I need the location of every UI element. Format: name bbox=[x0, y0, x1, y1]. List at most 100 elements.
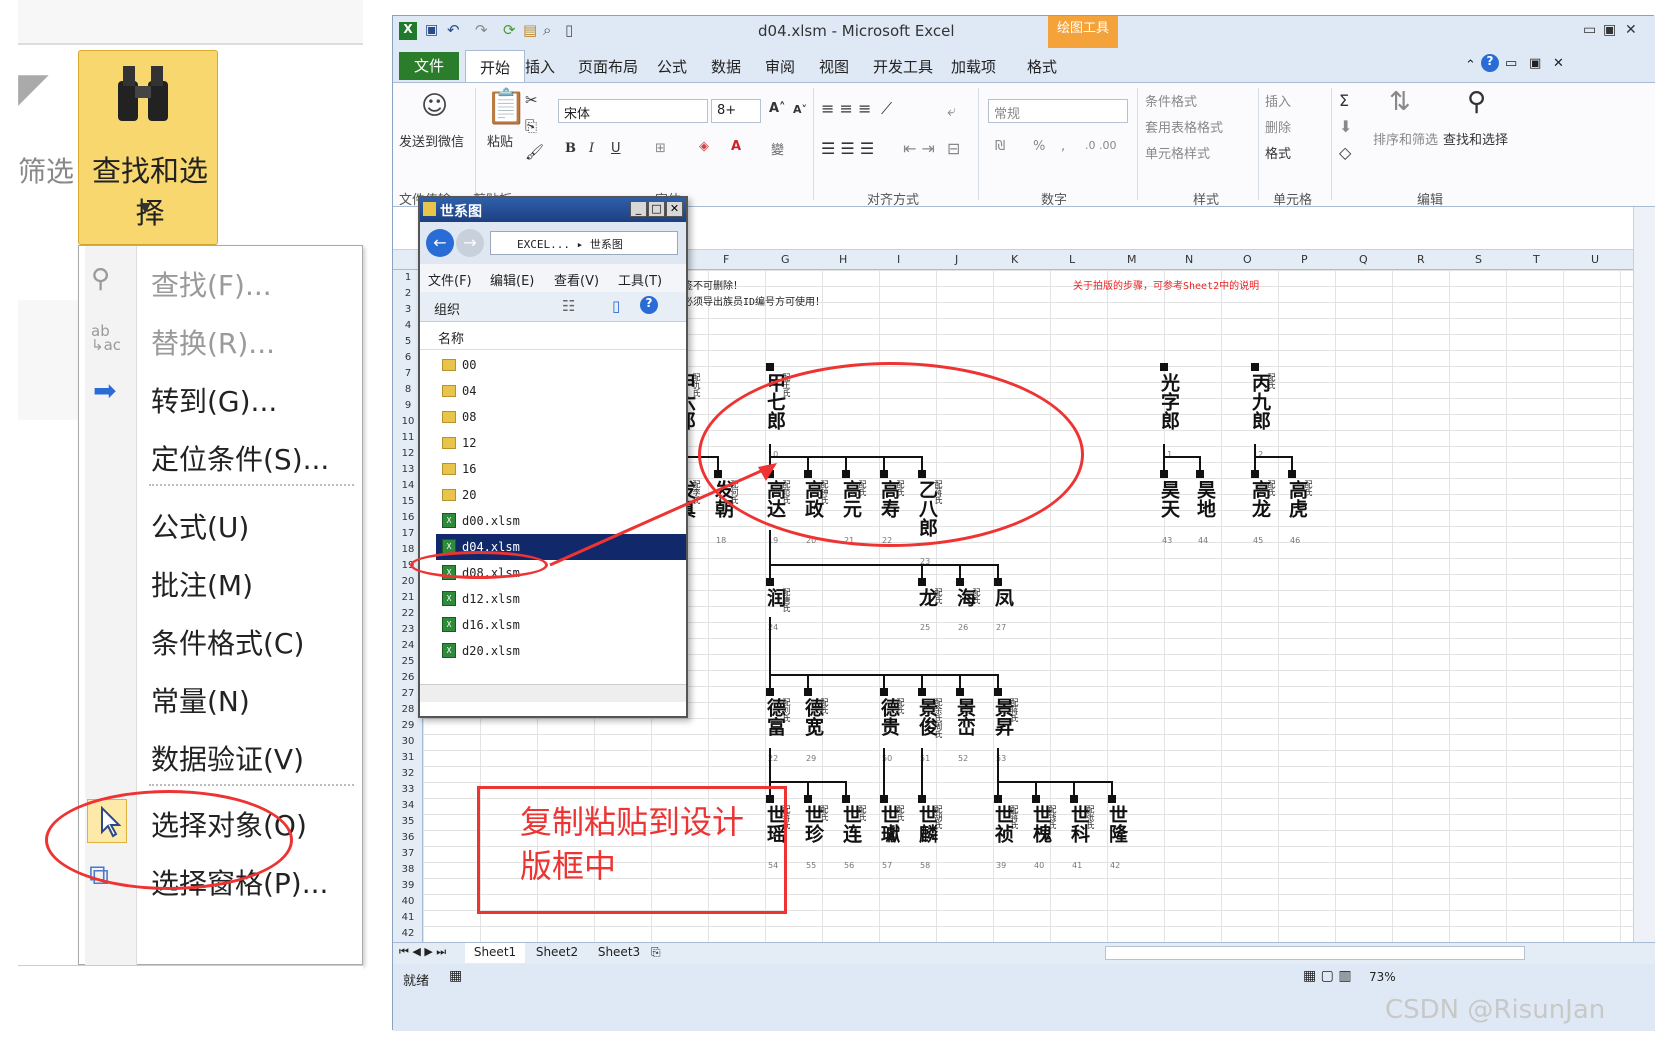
excel-file-icon: X bbox=[442, 617, 456, 632]
tree-node-spouse: 配仇氏 bbox=[692, 373, 701, 397]
tree-node-marker[interactable] bbox=[1160, 363, 1168, 371]
tree-node-marker[interactable] bbox=[880, 795, 888, 803]
tree-node-marker[interactable] bbox=[994, 688, 1002, 696]
tree-node-marker[interactable] bbox=[1070, 795, 1078, 803]
organize-button[interactable]: 组织 bbox=[434, 299, 460, 318]
tree-node-number: 41 bbox=[1072, 861, 1083, 870]
menu-edit[interactable]: 编辑(E) bbox=[490, 270, 534, 289]
minimize-icon[interactable]: _ bbox=[630, 201, 647, 217]
tree-node-spouse: 配钱氏 bbox=[1048, 805, 1057, 829]
close-icon[interactable]: ✕ bbox=[666, 201, 683, 217]
tree-node-marker[interactable] bbox=[1251, 470, 1259, 478]
folder-item[interactable]: 12 bbox=[436, 430, 686, 456]
horizontal-scrollbar[interactable] bbox=[420, 684, 686, 702]
tree-node-marker[interactable] bbox=[956, 578, 964, 586]
folder-icon bbox=[442, 385, 456, 397]
tree-connector bbox=[997, 781, 1113, 783]
help-icon[interactable]: ? bbox=[640, 296, 658, 314]
folder-icon bbox=[442, 411, 456, 423]
tree-node-marker[interactable] bbox=[1251, 363, 1259, 371]
tree-node-marker[interactable] bbox=[918, 795, 926, 803]
file-name: 00 bbox=[462, 358, 477, 372]
highlight-ellipse-file bbox=[410, 551, 548, 579]
explorer-toolbar: 组织 ☷ ▯ ? bbox=[420, 292, 686, 322]
tree-node-marker[interactable] bbox=[804, 795, 812, 803]
folder-item[interactable]: 08 bbox=[436, 404, 686, 430]
tree-node-spouse: 配唐氏 bbox=[782, 588, 791, 612]
file-name: 04 bbox=[462, 384, 477, 398]
folder-icon bbox=[442, 489, 456, 501]
tree-node-name: 世隆 bbox=[1106, 805, 1128, 843]
tree-connector bbox=[997, 564, 999, 578]
tree-node-marker[interactable] bbox=[994, 578, 1002, 586]
tree-node-spouse: 配余氏周氏 bbox=[934, 698, 943, 738]
tree-node-spouse: 配氏 bbox=[934, 588, 943, 604]
tree-connector bbox=[1291, 456, 1293, 470]
tree-node-number: 29 bbox=[806, 754, 817, 763]
annotation-text: 复制粘贴到设计 版框中 bbox=[520, 800, 790, 888]
maximize-icon[interactable]: □ bbox=[648, 201, 665, 217]
tree-node-marker[interactable] bbox=[766, 363, 774, 371]
tree-connector bbox=[769, 617, 771, 674]
tree-connector bbox=[1073, 781, 1075, 795]
tree-node-number: 43 bbox=[1162, 536, 1173, 545]
name-column-header[interactable]: 名称 bbox=[420, 322, 686, 350]
watermark: CSDN @RisunJan bbox=[1385, 995, 1606, 1025]
tree-connector bbox=[883, 781, 885, 795]
tree-node-marker[interactable] bbox=[994, 795, 1002, 803]
tree-node-number: 39 bbox=[996, 861, 1007, 870]
tree-connector bbox=[997, 674, 999, 688]
menu-file[interactable]: 文件(F) bbox=[428, 270, 472, 289]
explorer-menu: 文件(F) 编辑(E) 查看(V) 工具(T) bbox=[420, 264, 686, 292]
tree-connector bbox=[1254, 456, 1256, 470]
tree-node-marker[interactable] bbox=[1032, 795, 1040, 803]
tree-node-marker[interactable] bbox=[1196, 470, 1204, 478]
view-icon[interactable]: ☷ bbox=[562, 297, 575, 315]
preview-pane-icon[interactable]: ▯ bbox=[612, 297, 620, 315]
menu-tools[interactable]: 工具(T) bbox=[618, 270, 662, 289]
tree-connector bbox=[921, 564, 923, 578]
menu-view[interactable]: 查看(V) bbox=[554, 270, 599, 289]
tree-connector bbox=[959, 564, 961, 578]
back-icon[interactable]: ← bbox=[426, 229, 454, 257]
tree-node-marker[interactable] bbox=[766, 578, 774, 586]
file-name: 12 bbox=[462, 436, 477, 450]
tree-node-marker[interactable] bbox=[766, 688, 774, 696]
excel-file-icon: X bbox=[442, 513, 456, 528]
annotation-line-2: 版框中 bbox=[520, 847, 617, 885]
forward-icon[interactable]: → bbox=[456, 229, 484, 257]
tree-connector bbox=[1035, 781, 1037, 795]
tree-node-spouse: 配氏 bbox=[820, 805, 829, 821]
file-item[interactable]: Xd20.xlsm bbox=[436, 638, 686, 664]
tree-node-number: 58 bbox=[920, 861, 931, 870]
address-bar[interactable]: EXCEL... ▸ 世系图 bbox=[490, 231, 678, 255]
tree-connector bbox=[845, 781, 847, 795]
tree-node-marker[interactable] bbox=[804, 688, 812, 696]
excel-file-icon: X bbox=[442, 591, 456, 606]
folder-item[interactable]: 00 bbox=[436, 352, 686, 378]
tree-node-marker[interactable] bbox=[918, 688, 926, 696]
tree-node-marker[interactable] bbox=[842, 795, 850, 803]
tree-node-number: 42 bbox=[1110, 861, 1121, 870]
tree-node-marker[interactable] bbox=[880, 688, 888, 696]
tree-connector bbox=[769, 564, 999, 566]
tree-connector bbox=[1163, 456, 1165, 470]
tree-node-number: 55 bbox=[806, 861, 817, 870]
tree-connector bbox=[1163, 444, 1165, 456]
tree-node-marker[interactable] bbox=[1108, 795, 1116, 803]
tree-node-spouse: 配氏 bbox=[972, 588, 981, 604]
arrow-annotation bbox=[549, 463, 777, 567]
folder-item[interactable]: 04 bbox=[436, 378, 686, 404]
file-name: d16.xlsm bbox=[462, 618, 520, 632]
tree-node-number: 57 bbox=[882, 861, 893, 870]
folder-icon bbox=[423, 202, 436, 216]
tree-node-marker[interactable] bbox=[918, 578, 926, 586]
tree-node-marker[interactable] bbox=[956, 688, 964, 696]
tree-node-marker[interactable] bbox=[1288, 470, 1296, 478]
tree-node-spouse: 配蒋氏 bbox=[1010, 698, 1019, 722]
file-item[interactable]: Xd16.xlsm bbox=[436, 612, 686, 638]
tree-node-marker[interactable] bbox=[1160, 470, 1168, 478]
tree-node-name: 景峦 bbox=[954, 698, 976, 736]
file-item[interactable]: Xd12.xlsm bbox=[436, 586, 686, 612]
file-name: 20 bbox=[462, 488, 477, 502]
